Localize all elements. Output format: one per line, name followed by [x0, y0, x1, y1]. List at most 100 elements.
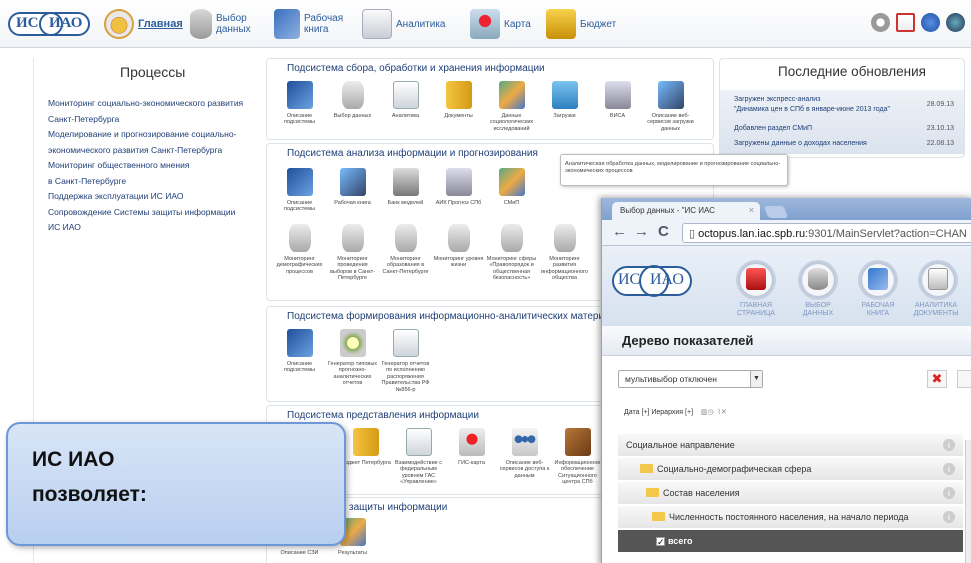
forward-icon[interactable]: → — [634, 223, 649, 240]
process-link[interactable]: Мониторинг социально-экономического разв… — [48, 96, 266, 112]
close-tab-icon[interactable]: × — [749, 205, 754, 215]
database-icon — [808, 268, 828, 290]
filter-icons[interactable]: ▥◷ ⌇✕ — [695, 409, 727, 416]
nav-analytics[interactable]: Аналитика — [362, 8, 446, 40]
tile-monitoring[interactable]: Мониторинг проведения выборов в Санкт-Пе… — [326, 224, 379, 282]
address-bar[interactable]: ▯ octopus.lan.iac.spb.ru:9301/MainServle… — [682, 223, 971, 243]
tile-budget[interactable]: Бюджет Петербурга — [339, 428, 392, 486]
app-logo[interactable]: ИС ИАО — [612, 265, 692, 297]
info-icon[interactable]: i — [943, 511, 955, 523]
multiselect-dropdown[interactable]: мультивыбор отключен ▼ — [618, 370, 763, 388]
tile-documents[interactable]: Документы — [432, 81, 485, 132]
tile-analytics[interactable]: Аналитика — [379, 81, 432, 132]
info-icon[interactable]: i — [943, 439, 955, 451]
nav-workbook[interactable] — [858, 260, 898, 300]
tile-order-reports[interactable]: Генератор отчетов по исполнению распоряж… — [379, 329, 432, 393]
update-item[interactable]: Добавлен раздел СМиП 23.10.13 — [734, 125, 958, 132]
update-item[interactable]: Загружены данные о доходах населения 22.… — [734, 140, 958, 147]
export-button[interactable] — [957, 370, 971, 388]
tile-web-services[interactable]: Описание веб-сервисов загрузки данных — [644, 81, 697, 132]
tile-monitoring[interactable]: Мониторинг образования в Санкт-Петербург… — [379, 224, 432, 282]
checkbox[interactable]: ✓ — [656, 537, 665, 547]
tile-forecast[interactable]: АИК Прогноз СПб — [432, 168, 485, 213]
nav-budget[interactable]: Бюджет — [546, 8, 616, 40]
nav-home[interactable]: Главная — [104, 8, 183, 40]
tile-monitoring[interactable]: Мониторинг сферы «Правопорядок и обществ… — [485, 224, 538, 282]
help-icon[interactable] — [921, 13, 940, 32]
tile-workbook[interactable]: Рабочая книга — [326, 168, 379, 213]
subsystem-collection-panel: Подсистема сбора, обработки и хранения и… — [266, 58, 714, 140]
process-link[interactable]: Санкт-Петербурга — [48, 112, 266, 128]
new-tab-button[interactable] — [763, 206, 789, 218]
process-link[interactable]: в Санкт-Петербурге — [48, 174, 266, 190]
tile-monitoring[interactable]: Мониторинг развития информационного обще… — [538, 224, 591, 282]
tile-situation-center[interactable]: Информационное обеспечение Ситуационного… — [551, 428, 604, 486]
process-link[interactable]: Моделирование и прогнозирование социальн… — [48, 127, 266, 143]
database-icon — [500, 224, 523, 252]
nav-analytics-label: Аналитика — [396, 18, 446, 30]
tree-title: Дерево показателей — [602, 326, 971, 356]
screen: { "topbar": { "logo_left": "ИС", "logo_r… — [0, 0, 971, 563]
nav-analytics[interactable] — [918, 260, 958, 300]
tile-monitoring[interactable]: Мониторинг уровня жизни — [432, 224, 485, 282]
browser-toolbar: ← → C ▯ octopus.lan.iac.spb.ru:9301/Main… — [602, 220, 971, 246]
tile-data-selection[interactable]: Выбор данных — [326, 81, 379, 132]
tile-sociology-data[interactable]: Данные социологических исследований — [485, 81, 538, 132]
nav-workbook[interactable]: Рабочая книга — [274, 8, 344, 40]
app-logo[interactable]: ИС ИАО — [8, 12, 90, 36]
tile-gis-map[interactable]: ГИС-карта — [445, 428, 498, 486]
tile-visa[interactable]: ВИСА — [591, 81, 644, 132]
tile-model-bank[interactable]: Банк моделей — [379, 168, 432, 213]
tile-report-generator[interactable]: Генератор типовых прогнозно-аналитически… — [326, 329, 379, 393]
info-icon[interactable]: i — [943, 463, 955, 475]
callout-line-1: ИС ИАО — [32, 448, 115, 471]
nav-home[interactable] — [736, 260, 776, 300]
tile-gas-interaction[interactable]: Взаимодействие с федеральным уровнем ГАС… — [392, 428, 445, 486]
update-item[interactable]: Загружен экспресс-анализ "Динамика цен в… — [734, 96, 958, 113]
folder-icon — [445, 81, 472, 109]
nav-caption: РАБОЧАЯ КНИГА — [861, 302, 895, 317]
map-icon — [470, 9, 500, 39]
nav-caption: ГЛАВНАЯ СТРАНИЦА — [737, 302, 775, 317]
edit-icon[interactable] — [896, 13, 915, 32]
budget-icon — [352, 428, 379, 456]
process-link[interactable]: Поддержка эксплуатации ИС ИАО — [48, 189, 266, 205]
chart-icon — [498, 81, 525, 109]
nav-data-selection[interactable] — [798, 260, 838, 300]
browser-tab[interactable]: Выбор данных - "ИС ИАС × — [612, 202, 760, 220]
process-link[interactable]: экономического развития Санкт-Петербурга — [48, 143, 266, 159]
tile-smip[interactable]: СМиП — [485, 168, 538, 213]
workbook-icon — [274, 9, 300, 39]
database-icon — [394, 224, 417, 252]
tree-row-selected[interactable]: ✓ всего — [618, 530, 963, 553]
tree-row[interactable]: Численность постоянного населения, на на… — [618, 506, 963, 529]
clear-selection-button[interactable]: ✖ — [927, 370, 947, 388]
nav-map[interactable]: Карта — [470, 8, 531, 40]
tile-uploads[interactable]: Загрузки — [538, 81, 591, 132]
account-icon[interactable] — [946, 13, 965, 32]
tile-monitoring[interactable]: Мониторинг демографических процессов — [273, 224, 326, 282]
app-header: ИС ИАО ГЛАВНАЯ СТРАНИЦА ВЫБОР ДАННЫХ РАБ… — [602, 246, 971, 326]
database-icon — [190, 9, 212, 39]
tile-web-services-access[interactable]: Описание веб-сервисов доступа к данным — [498, 428, 551, 486]
reload-icon[interactable]: C — [658, 223, 669, 240]
updates-title: Последние обновления — [778, 64, 926, 79]
settings-icon[interactable] — [871, 13, 890, 32]
info-icon[interactable]: i — [943, 487, 955, 499]
tree-row[interactable]: Социальное направление i — [618, 434, 963, 457]
nav-data-selection-label: Выбор данных — [216, 13, 251, 35]
scrollbar[interactable] — [965, 440, 971, 563]
tile-row: Бюджет Петербурга Взаимодействие с федер… — [339, 428, 604, 486]
process-link[interactable]: Мониторинг общественного мнения — [48, 158, 266, 174]
tile-subsystem-description[interactable]: Описание подсистемы — [273, 168, 326, 213]
nav-home-label: Главная — [138, 17, 183, 30]
tree-row[interactable]: Социально-демографическая сфера i — [618, 458, 963, 481]
filter-bar[interactable]: Дата [+] Иерархия [+] ▥◷ ⌇✕ — [624, 408, 727, 416]
back-icon[interactable]: ← — [612, 223, 627, 240]
nav-data-selection[interactable]: Выбор данных — [190, 8, 252, 40]
process-link[interactable]: ИС ИАО — [48, 220, 266, 236]
process-link[interactable]: Сопровождение Системы защиты информации — [48, 205, 266, 221]
tree-row[interactable]: Состав населения i — [618, 482, 963, 505]
tile-subsystem-description[interactable]: Описание подсистемы — [273, 329, 326, 393]
tile-subsystem-description[interactable]: Описание подсистемы — [273, 81, 326, 132]
